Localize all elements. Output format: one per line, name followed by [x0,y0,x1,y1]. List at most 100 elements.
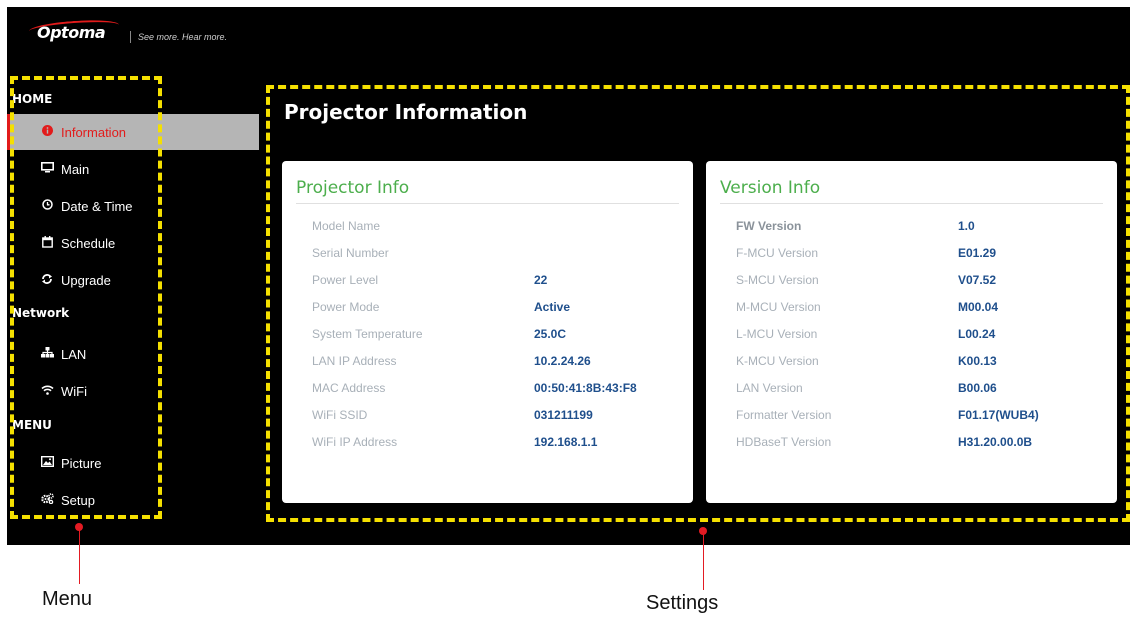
info-value: M00.04 [958,300,999,314]
page-title: Projector Information [284,100,528,124]
settings-pin-line [703,534,704,590]
logo-divider [130,31,131,43]
info-label: LAN IP Address [312,354,397,368]
info-value: 192.168.1.1 [534,435,598,449]
section-network: Network [12,306,70,320]
info-label: L-MCU Version [736,327,818,341]
brand-logo: Optoma [37,23,106,42]
cogs-icon [40,493,54,507]
info-label: Formatter Version [736,408,832,422]
version-row-s-mcu: S-MCU Version V07.52 [706,273,1117,293]
info-label: LAN Version [736,381,803,395]
info-label: F-MCU Version [736,246,819,260]
info-label: S-MCU Version [736,273,819,287]
info-label: HDBaseT Version [736,435,832,449]
info-row-mac-address: MAC Address 00:50:41:8B:43:F8 [282,381,693,401]
brand-tagline: See more. Hear more. [138,32,228,42]
info-row-wifi-ssid: WiFi SSID 031211199 [282,408,693,428]
projector-info-card: Projector Info Model Name Serial Number … [282,161,693,503]
divider [720,203,1103,204]
info-value: V07.52 [958,273,997,287]
version-row-m-mcu: M-MCU Version M00.04 [706,300,1117,320]
version-row-f-mcu: F-MCU Version E01.29 [706,246,1117,266]
sidebar-item-setup[interactable]: Setup [7,482,259,518]
info-label: K-MCU Version [736,354,819,368]
info-row-lan-ip: LAN IP Address 10.2.24.26 [282,354,693,374]
wifi-icon [40,385,54,398]
sidebar-item-label: Date & Time [61,198,133,214]
info-label: Power Mode [312,300,380,314]
info-value: 10.2.24.26 [534,354,591,368]
sidebar-item-schedule[interactable]: Schedule [7,225,259,261]
divider [296,203,679,204]
menu-pin-line [79,530,80,584]
sidebar-item-date-time[interactable]: Date & Time [7,188,259,224]
info-value: 031211199 [534,408,593,422]
version-row-fw: FW Version 1.0 [706,219,1117,239]
sidebar-item-wifi[interactable]: WiFi [7,373,259,409]
info-value: 1.0 [958,219,975,233]
network-icon [40,347,54,361]
settings-panel: Projector Information Projector Info Mod… [269,82,1130,522]
info-value: 25.0C [534,327,567,341]
info-row-power-mode: Power Mode Active [282,300,693,320]
info-label: Serial Number [312,246,389,260]
sidebar-item-picture[interactable]: Picture [7,445,259,481]
info-row-power-level: Power Level 22 [282,273,693,293]
card-title: Projector Info [296,178,410,198]
calendar-icon [40,235,54,251]
header: Optoma See more. Hear more. [7,7,1130,67]
info-value: H31.20.00.0B [958,435,1033,449]
sidebar-item-information[interactable]: Information [7,114,259,150]
sidebar-item-label: Picture [61,455,102,471]
settings-callout-label: Settings [646,592,719,614]
info-label: System Temperature [312,327,423,341]
info-circle-icon [40,125,54,139]
sidebar-item-label: Upgrade [61,272,111,288]
version-row-hdbaset: HDBaseT Version H31.20.00.0B [706,435,1117,455]
info-value: K00.13 [958,354,997,368]
section-home: HOME [12,92,53,106]
info-value: Active [534,300,571,314]
info-row-serial-number: Serial Number [282,246,693,266]
sidebar-item-lan[interactable]: LAN [7,336,259,372]
info-value: E01.29 [958,246,997,260]
info-value: B00.06 [958,381,997,395]
info-label: FW Version [736,219,802,233]
info-label: MAC Address [312,381,386,395]
projector-web-ui: Optoma See more. Hear more. HOME Informa… [7,7,1130,545]
sidebar-menu: HOME Information Main Date & Time Schedu… [7,82,259,522]
menu-callout-label: Menu [42,588,93,610]
info-label: WiFi IP Address [312,435,398,449]
version-row-lan: LAN Version B00.06 [706,381,1117,401]
info-row-system-temperature: System Temperature 25.0C [282,327,693,347]
version-row-k-mcu: K-MCU Version K00.13 [706,354,1117,374]
info-value: 00:50:41:8B:43:F8 [534,381,637,395]
refresh-icon [40,273,54,288]
section-menu: MENU [12,418,52,432]
info-value: F01.17(WUB4) [958,408,1039,422]
version-row-formatter: Formatter Version F01.17(WUB4) [706,408,1117,428]
sidebar-item-label: LAN [61,346,87,362]
sidebar-item-label: Main [61,161,90,177]
monitor-icon [40,162,54,176]
sidebar-item-upgrade[interactable]: Upgrade [7,262,259,298]
info-label: M-MCU Version [736,300,821,314]
info-row-wifi-ip: WiFi IP Address 192.168.1.1 [282,435,693,455]
info-label: WiFi SSID [312,408,368,422]
info-label: Power Level [312,273,379,287]
picture-icon [40,455,54,470]
sidebar-item-label: Information [61,124,127,140]
version-row-l-mcu: L-MCU Version L00.24 [706,327,1117,347]
sidebar-item-main[interactable]: Main [7,151,259,187]
info-value: 22 [534,273,548,287]
sidebar-item-label: Schedule [61,235,116,251]
card-title: Version Info [720,178,821,198]
clock-icon [40,199,54,213]
sidebar-item-label: Setup [61,492,95,508]
info-row-model-name: Model Name [282,219,693,239]
info-label: Model Name [312,219,381,233]
sidebar-item-label: WiFi [61,383,87,399]
info-value: L00.24 [958,327,996,341]
version-info-card: Version Info FW Version 1.0 F-MCU Version… [706,161,1117,503]
